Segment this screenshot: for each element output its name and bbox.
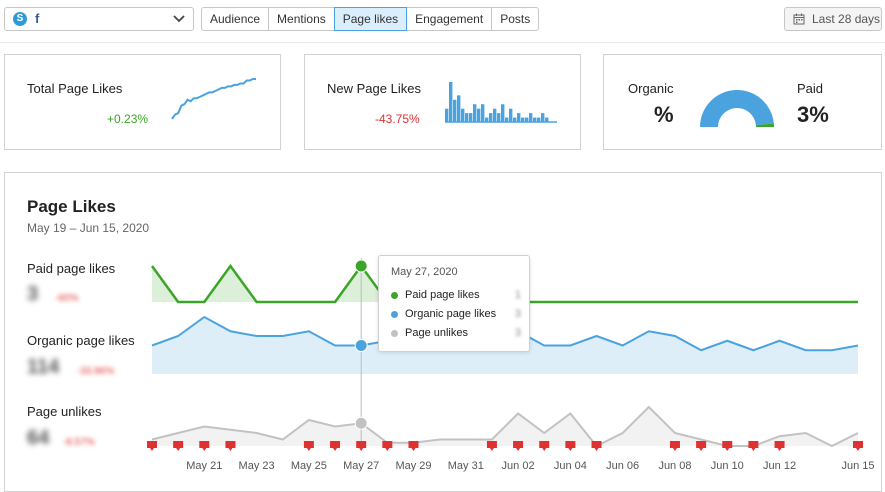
date-range-subtitle: May 19 – Jun 15, 2020 (27, 221, 150, 235)
new-likes-bar-sparkline (445, 82, 557, 123)
organic-likes-value: 114 (27, 356, 60, 378)
tooltip-series-name: Page unlikes (405, 327, 468, 339)
divider (0, 42, 885, 43)
sparkline-bar (481, 104, 485, 122)
paid-value: 3% (797, 102, 829, 127)
sparkline-bar (477, 108, 481, 122)
card-delta: -43.75% (375, 112, 420, 126)
tab-page-likes[interactable]: Page likes (333, 7, 408, 31)
organic-paid-gauge (700, 89, 774, 127)
chevron-down-icon (173, 15, 185, 23)
gauge-organic-segment (700, 89, 774, 127)
calendar-icon (793, 13, 805, 25)
sparkline-bar (501, 104, 505, 122)
legend-dot (391, 311, 398, 318)
organic-paid-card: Organic % Paid 3% (603, 54, 882, 150)
tooltip-series-value: 3 (514, 308, 521, 320)
tab-bar: Audience Mentions Page likes Engagement Post… (201, 7, 540, 31)
sparkline-bar (541, 113, 545, 122)
tab-posts[interactable]: Posts (491, 7, 540, 31)
sparkline-bar (545, 117, 549, 122)
tab-audience[interactable]: Audience (201, 7, 270, 31)
date-range-label: Last 28 days (812, 12, 881, 26)
tooltip-series-value: 3 (514, 327, 521, 339)
facebook-icon: f (35, 11, 40, 26)
paid-likes-label: Paid page likes (27, 261, 116, 276)
paid-likes-delta: -60% (55, 293, 79, 304)
tooltip-row-paid: Paid page likes 1 (391, 289, 521, 303)
sparkline-bar (465, 113, 469, 122)
sparkline-bar (457, 95, 461, 122)
new-page-likes-card: New Page Likes -43.75% (304, 54, 581, 150)
sparkline-bar (469, 113, 473, 122)
chart-tooltip: May 27, 2020 Paid page likes 1 Organic p… (378, 255, 530, 352)
page-title: Page Likes (27, 197, 116, 216)
sparkline-bar (509, 108, 513, 122)
organic-value: % (654, 102, 674, 127)
total-likes-sparkline (171, 78, 256, 120)
sparkline-line (171, 78, 256, 120)
tooltip-row-organic: Organic page likes 3 (391, 308, 521, 322)
sparkline-bar (449, 82, 453, 122)
page-unlikes-value: 64 (27, 427, 50, 449)
tooltip-row-unlikes: Page unlikes 3 (391, 327, 521, 341)
organic-likes-delta: -33.86% (77, 366, 115, 377)
toolbar: S f Audience Mentions Page likes Engagement… (0, 0, 885, 42)
organic-likes-label: Organic page likes (27, 333, 135, 348)
tooltip-date: May 27, 2020 (391, 266, 458, 278)
sparkline-bar (473, 104, 477, 122)
tab-mentions[interactable]: Mentions (268, 7, 335, 31)
sparkline-bar (493, 108, 497, 122)
profile-select[interactable]: S f (4, 7, 194, 31)
tooltip-series-name: Paid page likes (405, 289, 480, 301)
page-unlikes-label: Page unlikes (27, 404, 102, 419)
sparkline-bar (445, 108, 449, 122)
tab-engagement[interactable]: Engagement (406, 7, 493, 31)
sparkline-bar (505, 117, 509, 122)
card-title: New Page Likes (327, 81, 421, 96)
sparkline-bar (533, 117, 537, 122)
tooltip-series-name: Organic page likes (405, 308, 497, 320)
page-unlikes-delta: -8.57% (63, 437, 95, 448)
tooltip-series-value: 1 (514, 289, 521, 301)
sparkline-bar (497, 113, 501, 122)
card-title: Total Page Likes (27, 81, 123, 96)
sparkline-bar (521, 117, 525, 122)
sparkline-bar (525, 117, 529, 122)
sparkline-bar (537, 117, 541, 122)
total-page-likes-card: Total Page Likes +0.23% (4, 54, 281, 150)
sparkline-bar (517, 113, 521, 122)
paid-label: Paid (797, 81, 824, 96)
legend-dot (391, 330, 398, 337)
sparkline-bar (513, 117, 517, 122)
sparkline-bar (453, 99, 457, 122)
sparkline-bar (461, 108, 465, 122)
card-delta: +0.23% (107, 112, 149, 126)
sparkline-bar (489, 113, 493, 122)
paid-likes-value: 3 (27, 283, 39, 305)
date-range-button[interactable]: Last 28 days (784, 7, 882, 31)
sparkline-bar (485, 117, 489, 122)
organic-label: Organic (628, 81, 674, 96)
semrush-icon: S (13, 12, 27, 26)
sparkline-bar (529, 113, 533, 122)
legend-dot (391, 292, 398, 299)
